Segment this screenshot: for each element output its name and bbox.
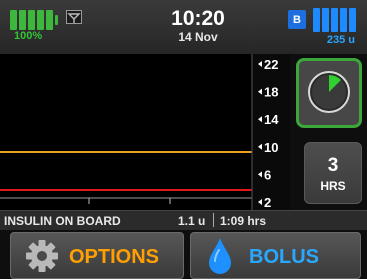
- status-bar: 100% 10:20 14 Nov B 235 u: [0, 0, 367, 54]
- insulin-on-board-row: INSULIN ON BOARD 1.1 u 1:09 hrs: [0, 210, 367, 230]
- hours-button[interactable]: 3 HRS: [304, 142, 362, 204]
- iob-separator: [213, 213, 214, 227]
- bolus-button[interactable]: BOLUS: [190, 232, 361, 279]
- scale-label: 2: [264, 195, 271, 210]
- bolus-label: BOLUS: [249, 246, 319, 268]
- options-button[interactable]: OPTIONS: [10, 232, 184, 279]
- scale-label: 10: [264, 140, 278, 155]
- scale-label: 22: [264, 57, 278, 72]
- reservoir-units: 235 u: [326, 34, 355, 46]
- iob-time: 1:09 hrs: [220, 214, 267, 228]
- bluetooth-icon: B: [288, 10, 306, 29]
- scale-label: 18: [264, 85, 278, 100]
- battery-icon: 100%: [10, 10, 58, 42]
- clock-date: 14 Nov: [178, 30, 218, 44]
- signal-icon: [66, 10, 82, 24]
- iob-units: 1.1 u: [178, 214, 206, 228]
- iob-label: INSULIN ON BOARD: [4, 214, 121, 228]
- dial-icon: [308, 71, 350, 113]
- gear-icon: [26, 240, 58, 272]
- scale-label: 14: [264, 112, 279, 127]
- chart-scale-area: [252, 54, 290, 210]
- battery-percent: 100%: [14, 30, 43, 42]
- chart-area: [0, 54, 252, 210]
- scale-label: 6: [264, 167, 271, 182]
- glucose-chart[interactable]: 22 18 14 10 6 2: [0, 54, 290, 210]
- options-label: OPTIONS: [69, 246, 160, 268]
- dial-button[interactable]: [296, 58, 362, 128]
- hours-value: 3: [327, 155, 339, 176]
- reservoir-icon: 235 u: [313, 8, 359, 48]
- hours-unit: HRS: [320, 179, 346, 193]
- clock-time: 10:20: [171, 7, 225, 30]
- droplet-icon: [209, 238, 231, 274]
